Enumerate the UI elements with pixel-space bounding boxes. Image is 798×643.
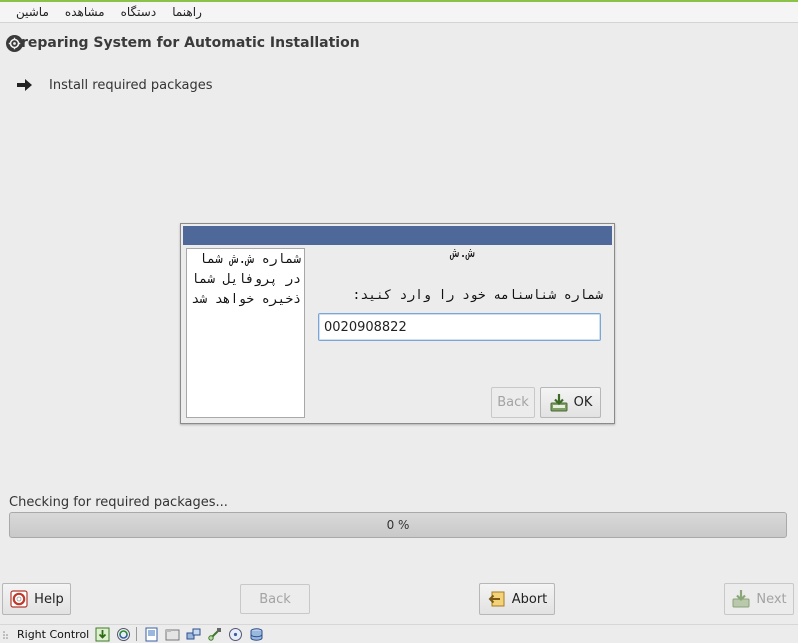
next-button[interactable]: Next — [724, 583, 794, 615]
ok-install-icon — [549, 393, 569, 413]
display-icon[interactable] — [143, 626, 159, 642]
statusbar: Right Control — [0, 624, 798, 643]
progress-label: Checking for required packages... — [9, 495, 228, 510]
menu-devices[interactable]: دستگاه — [121, 5, 157, 19]
mouse-integration-icon[interactable] — [115, 626, 131, 642]
optical-drive-icon[interactable] — [227, 626, 243, 642]
lifebuoy-icon — [9, 589, 29, 609]
menu-help[interactable]: راهنما — [172, 5, 202, 19]
national-id-prompt: شماره شناسنامه خود را وارد کنید: — [352, 288, 603, 303]
progress-bar: 0 % — [9, 512, 787, 538]
dialog-titlebar — [183, 226, 612, 245]
menubar: ماشین مشاهده دستگاه راهنما — [0, 2, 798, 23]
installer-logo-icon — [6, 34, 23, 52]
shared-folder-icon[interactable] — [164, 626, 180, 642]
dialog-ok-label: OK — [573, 395, 593, 410]
progress-percent: 0 % — [386, 518, 410, 532]
abort-label: Abort — [511, 591, 548, 607]
page-title: reparing System for Automatic Installati… — [6, 33, 360, 53]
dialog-ok-button[interactable]: OK — [540, 387, 601, 418]
next-label: Next — [756, 591, 787, 607]
statusbar-separator — [136, 627, 138, 641]
step-item: Install required packages — [16, 76, 213, 94]
menu-view[interactable]: مشاهده — [65, 5, 105, 19]
hard-disk-icon[interactable] — [248, 626, 264, 642]
page-title-text: reparing System for Automatic Installati… — [21, 35, 360, 51]
help-label: Help — [34, 591, 64, 607]
national-id-input[interactable] — [318, 313, 601, 341]
abort-button[interactable]: Abort — [479, 583, 555, 615]
network-icon[interactable] — [185, 626, 201, 642]
national-id-dialog: شماره ش.ش شما در پروفایل شما ذخیره خواهد… — [180, 223, 615, 424]
dialog-help-text: شماره ش.ش شما در پروفایل شما ذخیره خواهد… — [186, 248, 305, 418]
dialog-back-button[interactable]: Back — [491, 387, 535, 418]
menu-machine[interactable]: ماشین — [16, 5, 49, 19]
help-button[interactable]: Help — [2, 583, 71, 615]
next-install-icon — [731, 589, 751, 609]
arrow-right-icon — [16, 76, 36, 94]
host-key-label: Right Control — [17, 627, 90, 641]
resize-grip-icon — [3, 631, 8, 639]
step-label: Install required packages — [49, 77, 213, 93]
back-button[interactable]: Back — [240, 584, 310, 614]
abort-arrow-icon — [487, 589, 507, 609]
usb-icon[interactable] — [206, 626, 222, 642]
keyboard-capture-icon[interactable] — [94, 626, 110, 642]
dialog-heading: ش.ش — [451, 246, 475, 261]
